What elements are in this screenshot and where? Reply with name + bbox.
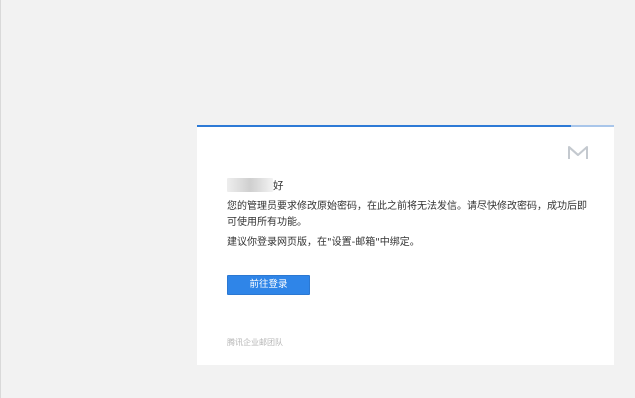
notification-card: 好 您的管理员要求修改原始密码，在此之前将无法发信。请尽快修改密码，成功后即可使… bbox=[197, 125, 614, 365]
tencent-exmail-logo-icon bbox=[568, 146, 588, 159]
go-login-button[interactable]: 前往登录 bbox=[227, 275, 310, 295]
loading-progress-track bbox=[197, 125, 614, 127]
greeting: 好 bbox=[227, 177, 284, 193]
binding-suggestion-message: 建议你登录网页版，在"设置-邮箱"中绑定。 bbox=[227, 237, 420, 248]
window-left-border bbox=[0, 0, 1, 398]
greeting-suffix: 好 bbox=[273, 179, 284, 192]
footer-signature: 腾讯企业邮团队 bbox=[227, 338, 283, 347]
loading-progress-fill bbox=[197, 125, 572, 127]
password-change-message: 您的管理员要求修改原始密码，在此之前将无法发信。请尽快修改密码，成功后即可使用所… bbox=[227, 201, 587, 228]
redacted-username bbox=[227, 178, 273, 192]
